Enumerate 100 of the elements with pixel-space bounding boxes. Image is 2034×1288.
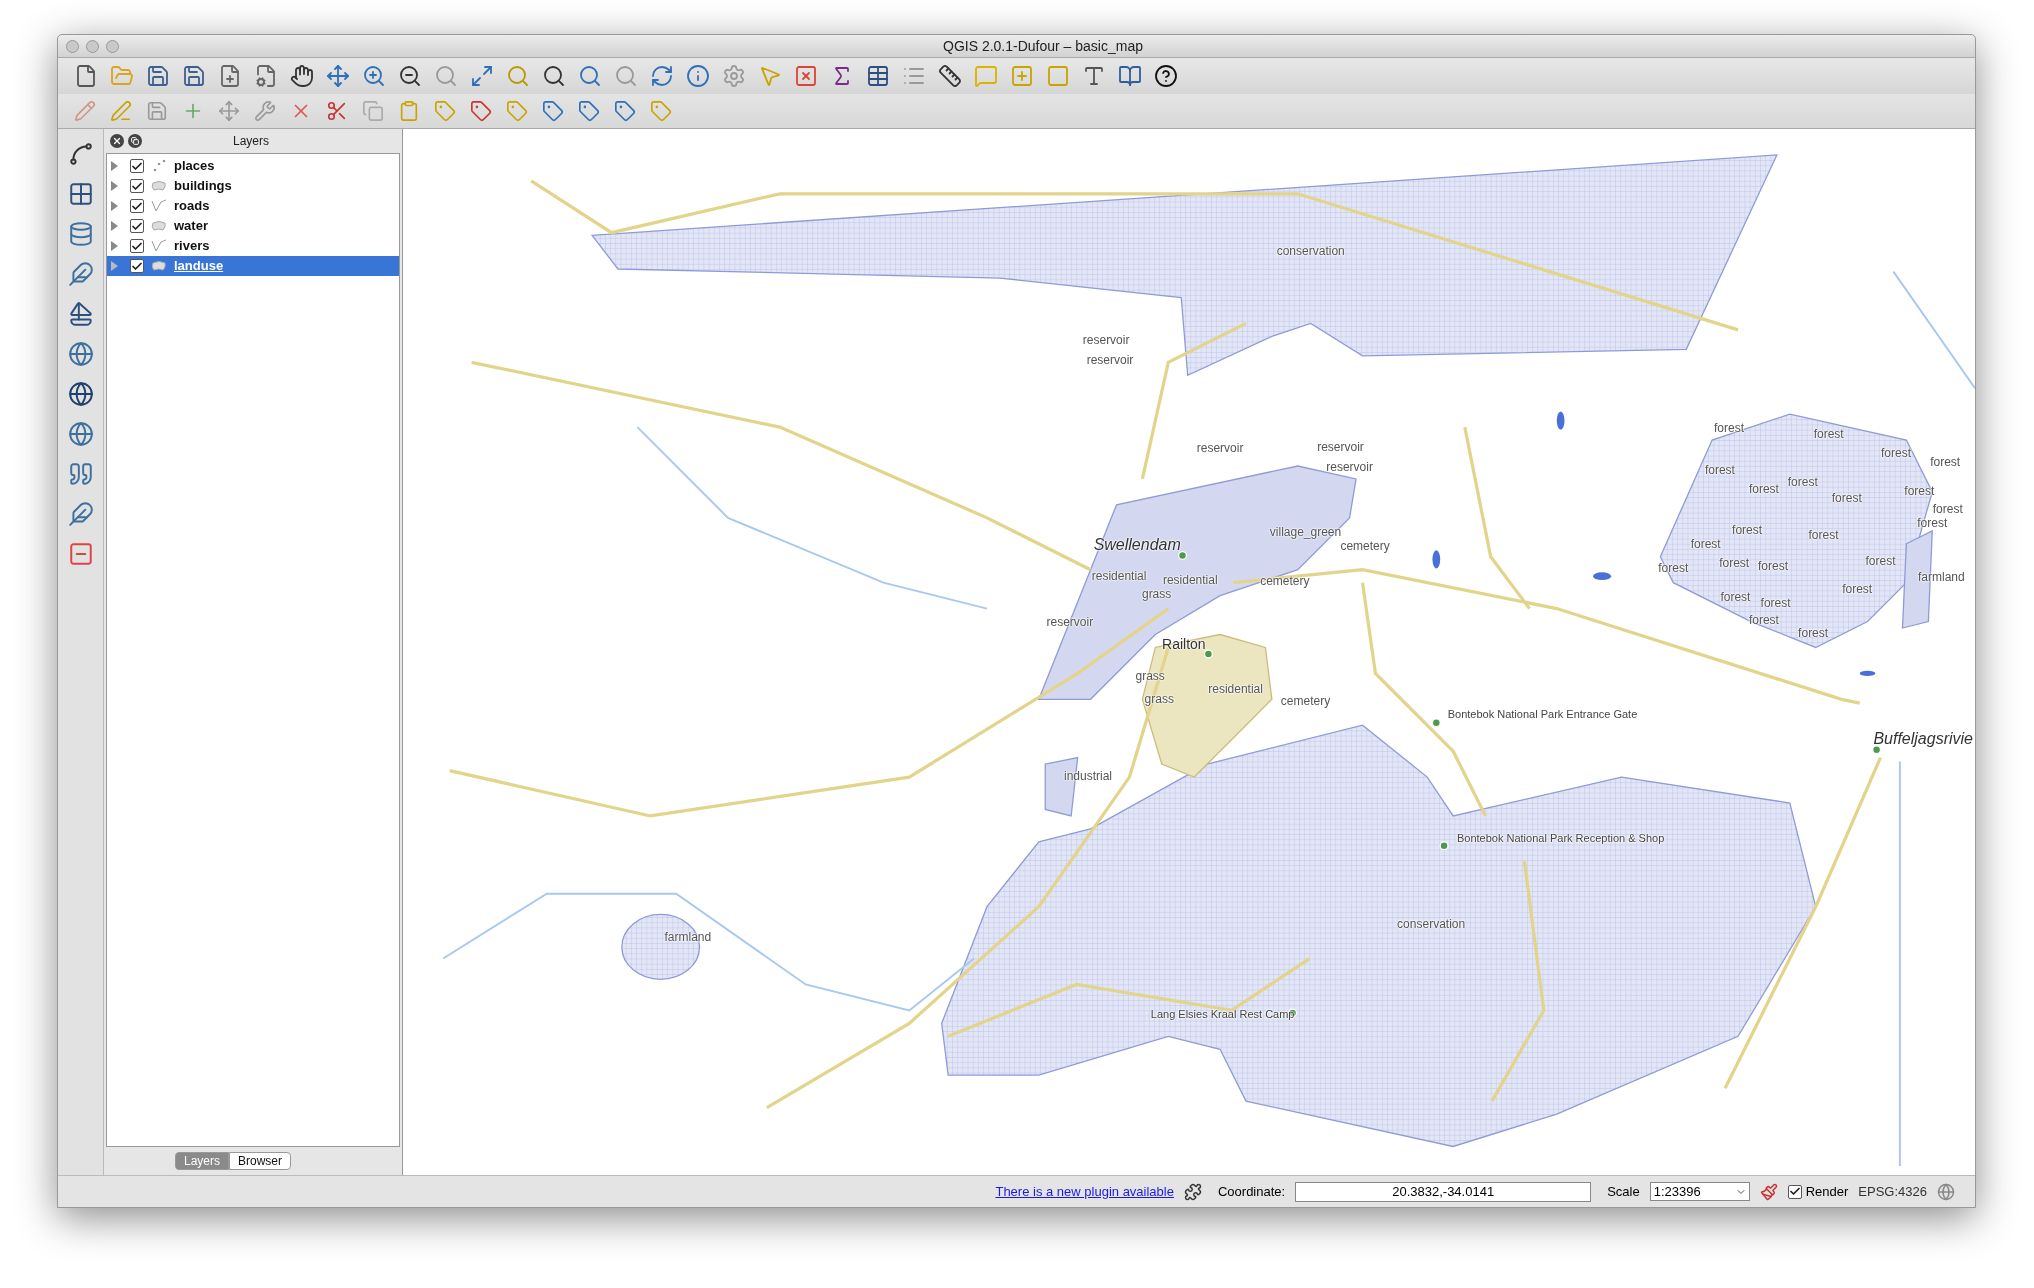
layer-checkbox[interactable] — [130, 159, 144, 173]
layer-checkbox[interactable] — [130, 259, 144, 273]
float-panel-button[interactable] — [128, 134, 142, 148]
paintbrush-icon[interactable] — [1759, 1182, 1778, 1201]
plugin-link[interactable]: There is a new plugin available — [995, 1181, 1174, 1202]
map-label: Lang Elsies Kraal Rest Camp — [1150, 1008, 1295, 1020]
line-layer-icon — [151, 239, 167, 253]
sail-icon[interactable] — [67, 301, 94, 327]
scissors-icon[interactable] — [326, 100, 348, 122]
crs-label[interactable]: EPSG:4326 — [1858, 1181, 1927, 1202]
coordinate-field[interactable]: 20.3832,-34.0141 — [1295, 1181, 1592, 1202]
polygon-layer-icon — [151, 260, 167, 272]
map-label: cemetery — [1280, 694, 1331, 707]
map-label: Buffeljagsrivie — [1873, 731, 1973, 748]
table-icon[interactable] — [866, 64, 890, 88]
wrench-icon[interactable] — [254, 100, 276, 122]
panel-tab[interactable]: Browser — [229, 1152, 291, 1170]
zoom-in-icon[interactable] — [362, 64, 386, 88]
map-label: forest — [1713, 422, 1744, 435]
line-layer-icon — [151, 199, 167, 213]
magnifier-icon[interactable] — [542, 64, 566, 88]
text-annotation-icon[interactable] — [1082, 64, 1106, 88]
map-label: reservoir — [1196, 441, 1244, 454]
globe-icon[interactable] — [67, 421, 94, 447]
coordinate-label: Coordinate: — [1217, 1182, 1286, 1201]
move-feature-icon[interactable] — [218, 100, 240, 122]
feather-icon[interactable] — [67, 501, 94, 527]
expand-arrow-icon[interactable] — [111, 221, 118, 231]
map-label: residential — [1162, 574, 1218, 587]
map-label: forest — [1842, 583, 1873, 596]
label-tag-icon[interactable] — [614, 100, 636, 122]
layer-row[interactable]: water — [107, 216, 399, 236]
point-layer-icon — [151, 159, 167, 173]
expand-arrow-icon[interactable] — [111, 201, 118, 211]
label-tag-icon[interactable] — [470, 100, 492, 122]
map-label: forest — [1690, 537, 1721, 550]
deselect-icon[interactable] — [794, 64, 818, 88]
save-as-icon[interactable] — [182, 64, 206, 88]
clipboard-icon[interactable] — [398, 100, 420, 122]
globe-icon[interactable] — [67, 381, 94, 407]
layer-name: rivers — [174, 237, 210, 256]
layer-checkbox[interactable] — [130, 199, 144, 213]
map-label: forest — [1787, 475, 1818, 488]
zoom-full-icon[interactable] — [470, 64, 494, 88]
file-cog-icon[interactable] — [254, 64, 278, 88]
ruler-icon[interactable] — [938, 64, 962, 88]
file-plus-icon[interactable] — [218, 64, 242, 88]
scale-value: 1:23396 — [1653, 1182, 1701, 1201]
layer-checkbox[interactable] — [130, 239, 144, 253]
save-icon[interactable] — [146, 64, 170, 88]
zoom-window-button[interactable] — [106, 39, 119, 53]
remove-layer-icon[interactable] — [67, 541, 94, 567]
window-title: QGIS 2.0.1-Dufour – basic_map — [942, 36, 1144, 56]
layer-name: buildings — [174, 177, 232, 196]
help-book-icon[interactable] — [1118, 64, 1142, 88]
map-label: reservoir — [1046, 615, 1094, 628]
layer-row[interactable]: buildings — [107, 176, 399, 196]
expand-arrow-icon[interactable] — [111, 181, 118, 191]
map-label: Swellendam — [1093, 537, 1181, 554]
scale-label: Scale — [1607, 1182, 1640, 1201]
whats-this-icon[interactable] — [1154, 64, 1178, 88]
map-label: forest — [1748, 614, 1779, 627]
move-arrows-icon[interactable] — [326, 64, 350, 88]
scale-dropdown[interactable]: 1:23396 — [1649, 1182, 1750, 1201]
layer-row[interactable]: places — [107, 156, 399, 176]
identify-icon[interactable] — [686, 64, 710, 88]
map-label: farmland — [1918, 571, 1965, 584]
expand-arrow-icon[interactable] — [111, 161, 118, 171]
map-label: conservation — [1276, 244, 1345, 257]
label-tag-icon[interactable] — [542, 100, 564, 122]
expand-arrow-icon[interactable] — [111, 261, 118, 271]
map-label: forest — [1881, 447, 1911, 460]
map-label: forest — [1917, 517, 1948, 530]
globe-icon[interactable] — [67, 341, 94, 367]
map-label: grass — [1141, 588, 1172, 601]
close-panel-button[interactable] — [110, 134, 124, 148]
refresh-icon[interactable] — [650, 64, 674, 88]
close-window-button[interactable] — [66, 39, 79, 53]
layer-name: water — [174, 217, 208, 236]
gear-icon[interactable] — [722, 64, 746, 88]
render-label: Render — [1805, 1182, 1849, 1201]
feather-icon[interactable] — [67, 261, 94, 287]
map-label: residential — [1208, 682, 1263, 695]
map-label: grass — [1144, 693, 1174, 706]
map-label: forest — [1904, 484, 1935, 497]
map-label: forest — [1813, 427, 1844, 440]
layer-checkbox[interactable] — [130, 219, 144, 233]
pan-hand-icon[interactable] — [290, 64, 314, 88]
map-label: forest — [1798, 627, 1829, 640]
label-tag-icon[interactable] — [578, 100, 600, 122]
render-checkbox[interactable] — [1787, 1184, 1802, 1199]
layer-row[interactable]: landuse — [107, 256, 399, 276]
layer-row[interactable]: roads — [107, 196, 399, 216]
puzzle-icon[interactable] — [1183, 1182, 1202, 1201]
file-icon[interactable] — [74, 64, 98, 88]
database-icon[interactable] — [67, 221, 94, 247]
zoom-out-icon[interactable] — [398, 64, 422, 88]
save-icon[interactable] — [146, 100, 168, 122]
layer-checkbox[interactable] — [130, 179, 144, 193]
minimize-window-button[interactable] — [86, 39, 99, 53]
